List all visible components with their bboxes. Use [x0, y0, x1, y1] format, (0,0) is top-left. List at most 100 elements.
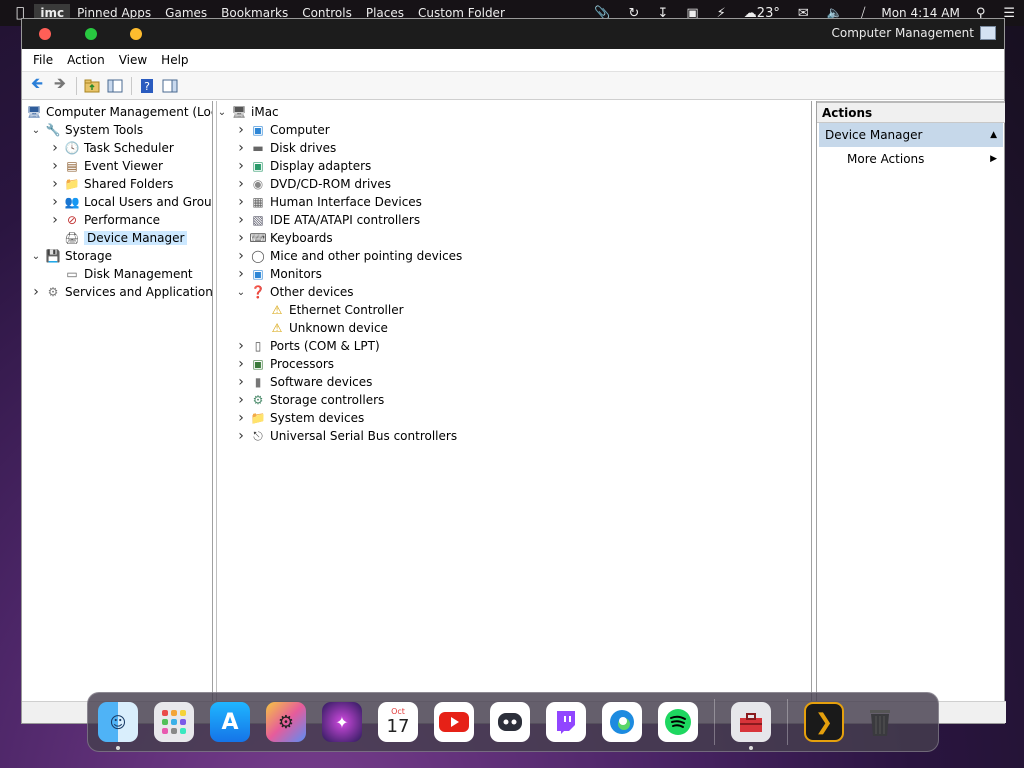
- plex-icon[interactable]: ❯: [804, 702, 844, 742]
- disk-management-icon: ▭: [66, 267, 78, 281]
- minimize-button[interactable]: [130, 28, 142, 40]
- tree-item[interactable]: 🖥 Computer Management (Local: [22, 103, 213, 121]
- chevron-right-icon[interactable]: ›: [48, 194, 62, 210]
- finder-icon[interactable]: ☺: [98, 702, 138, 750]
- siri-icon[interactable]: ✦: [322, 702, 362, 742]
- chevron-right-icon[interactable]: ›: [234, 248, 248, 264]
- help-icon[interactable]: ?: [136, 75, 158, 97]
- processor-icon: ▣: [252, 357, 264, 371]
- device-item[interactable]: › ▣ Computer: [234, 121, 330, 139]
- chevron-right-icon[interactable]: ›: [48, 212, 62, 228]
- device-item[interactable]: › ⎋ Universal Serial Bus controllers: [234, 427, 457, 445]
- menu-view[interactable]: View: [112, 53, 154, 67]
- device-list[interactable]: ⌄ 🖥 iMac › ▣ Computer › ▬ Disk drives › ▣ Display a…: [216, 101, 812, 723]
- chevron-right-icon[interactable]: ›: [234, 212, 248, 228]
- tree-item[interactable]: › ▤ Event Viewer: [48, 157, 163, 175]
- show-action-pane-icon[interactable]: [159, 75, 181, 97]
- unknown-device-icon: ❓: [250, 285, 266, 299]
- device-label: Computer: [270, 123, 330, 137]
- device-item[interactable]: ⚠ Unknown device: [253, 319, 388, 337]
- chevron-right-icon[interactable]: ›: [29, 284, 43, 300]
- device-item[interactable]: ⌄ 🖥 iMac: [215, 103, 279, 121]
- device-item[interactable]: ⚠ Ethernet Controller: [253, 301, 404, 319]
- chevron-right-icon[interactable]: ›: [234, 356, 248, 372]
- spotify-icon[interactable]: [658, 702, 698, 742]
- tree-item[interactable]: › ⚙ Services and Applications: [29, 283, 212, 301]
- zoom-button[interactable]: [85, 28, 97, 40]
- device-item[interactable]: › 📁 System devices: [234, 409, 364, 427]
- system-toolkit-icon[interactable]: ⚙: [266, 702, 306, 742]
- more-actions[interactable]: More Actions ▶: [817, 147, 1005, 171]
- launchpad-icon[interactable]: [154, 702, 194, 742]
- trash-icon[interactable]: [860, 702, 900, 742]
- device-label: Software devices: [270, 375, 373, 389]
- discord-icon[interactable]: [490, 702, 530, 742]
- device-item[interactable]: › ▣ Monitors: [234, 265, 322, 283]
- app-store-icon[interactable]: A: [210, 702, 250, 742]
- tree-item[interactable]: › 📁 Shared Folders: [48, 175, 173, 193]
- menu-action[interactable]: Action: [60, 53, 112, 67]
- device-item[interactable]: › ▦ Human Interface Devices: [234, 193, 422, 211]
- device-item[interactable]: › ▧ IDE ATA/ATAPI controllers: [234, 211, 420, 229]
- up-folder-icon[interactable]: [81, 75, 103, 97]
- console-tree[interactable]: 🖥 Computer Management (Local ⌄ 🔧 System Tool…: [22, 101, 213, 723]
- close-button[interactable]: [39, 28, 51, 40]
- toolbox-app-icon[interactable]: [731, 702, 771, 750]
- chevron-down-icon[interactable]: ⌄: [215, 107, 229, 118]
- chevron-right-icon[interactable]: ›: [48, 158, 62, 174]
- forward-arrow-icon[interactable]: 🡺: [49, 74, 71, 97]
- chevron-right-icon[interactable]: ›: [234, 338, 248, 354]
- calendar-icon[interactable]: Oct 17: [378, 702, 418, 742]
- warning-device-icon: ⚠: [271, 303, 283, 317]
- chevron-right-icon[interactable]: ›: [234, 266, 248, 282]
- chevron-right-icon[interactable]: ›: [234, 122, 248, 138]
- tree-item[interactable]: ⌄ 🔧 System Tools: [29, 121, 143, 139]
- monitor-icon: ▣: [252, 123, 264, 137]
- device-item[interactable]: ⌄ ❓ Other devices: [234, 283, 354, 301]
- chevron-right-icon[interactable]: ›: [234, 392, 248, 408]
- device-item[interactable]: › ▮ Software devices: [234, 373, 372, 391]
- youtube-icon[interactable]: [434, 702, 474, 742]
- chevron-right-icon[interactable]: ›: [48, 176, 62, 192]
- toolbar-separator: [76, 76, 77, 95]
- device-item[interactable]: › ▣ Display adapters: [234, 157, 371, 175]
- twitch-icon[interactable]: [546, 702, 586, 742]
- chevron-right-icon[interactable]: ›: [48, 140, 62, 156]
- chevron-right-icon[interactable]: ›: [234, 374, 248, 390]
- tree-item[interactable]: ▭ Disk Management: [48, 265, 192, 283]
- chevron-right-icon[interactable]: ›: [234, 140, 248, 156]
- edge-icon[interactable]: [602, 702, 642, 742]
- chevron-down-icon[interactable]: ⌄: [29, 125, 43, 136]
- title-bar[interactable]: Computer Management: [22, 19, 1004, 49]
- show-tree-icon[interactable]: [104, 75, 126, 97]
- collapse-up-icon[interactable]: ▲: [990, 130, 997, 140]
- actions-device-manager[interactable]: Device Manager ▲: [819, 123, 1003, 147]
- device-item[interactable]: › ▣ Processors: [234, 355, 334, 373]
- chevron-down-icon[interactable]: ⌄: [29, 251, 43, 262]
- device-item[interactable]: › ▯ Ports (COM & LPT): [234, 337, 379, 355]
- chevron-right-icon[interactable]: ›: [234, 194, 248, 210]
- device-item[interactable]: › ▬ Disk drives: [234, 139, 336, 157]
- hid-icon: ▦: [252, 195, 264, 209]
- device-item[interactable]: › ◉ DVD/CD-ROM drives: [234, 175, 391, 193]
- chevron-down-icon[interactable]: ⌄: [234, 287, 248, 298]
- tree-item[interactable]: 🖨 Device Manager: [48, 229, 188, 247]
- tree-item[interactable]: › ⊘ Performance: [48, 211, 160, 229]
- chevron-right-icon[interactable]: ›: [234, 176, 248, 192]
- chevron-right-icon[interactable]: ›: [234, 230, 248, 246]
- chevron-right-icon[interactable]: ›: [234, 410, 248, 426]
- device-item[interactable]: › ⌨ Keyboards: [234, 229, 332, 247]
- device-item[interactable]: › ⚙ Storage controllers: [234, 391, 384, 409]
- display-adapter-icon: ▣: [252, 159, 264, 173]
- device-item[interactable]: › ◯ Mice and other pointing devices: [234, 247, 462, 265]
- tree-item[interactable]: › 👥 Local Users and Groups: [48, 193, 212, 211]
- tree-item[interactable]: › 🕓 Task Scheduler: [48, 139, 174, 157]
- tree-label: Computer Management (Local: [46, 105, 213, 119]
- chevron-right-icon[interactable]: ›: [234, 158, 248, 174]
- services-icon: ⚙: [47, 285, 59, 299]
- chevron-right-icon[interactable]: ›: [234, 428, 248, 444]
- tree-item[interactable]: ⌄ 💾 Storage: [29, 247, 112, 265]
- menu-help[interactable]: Help: [154, 53, 195, 67]
- back-arrow-icon[interactable]: 🡸: [26, 74, 48, 97]
- menu-file[interactable]: File: [26, 53, 60, 67]
